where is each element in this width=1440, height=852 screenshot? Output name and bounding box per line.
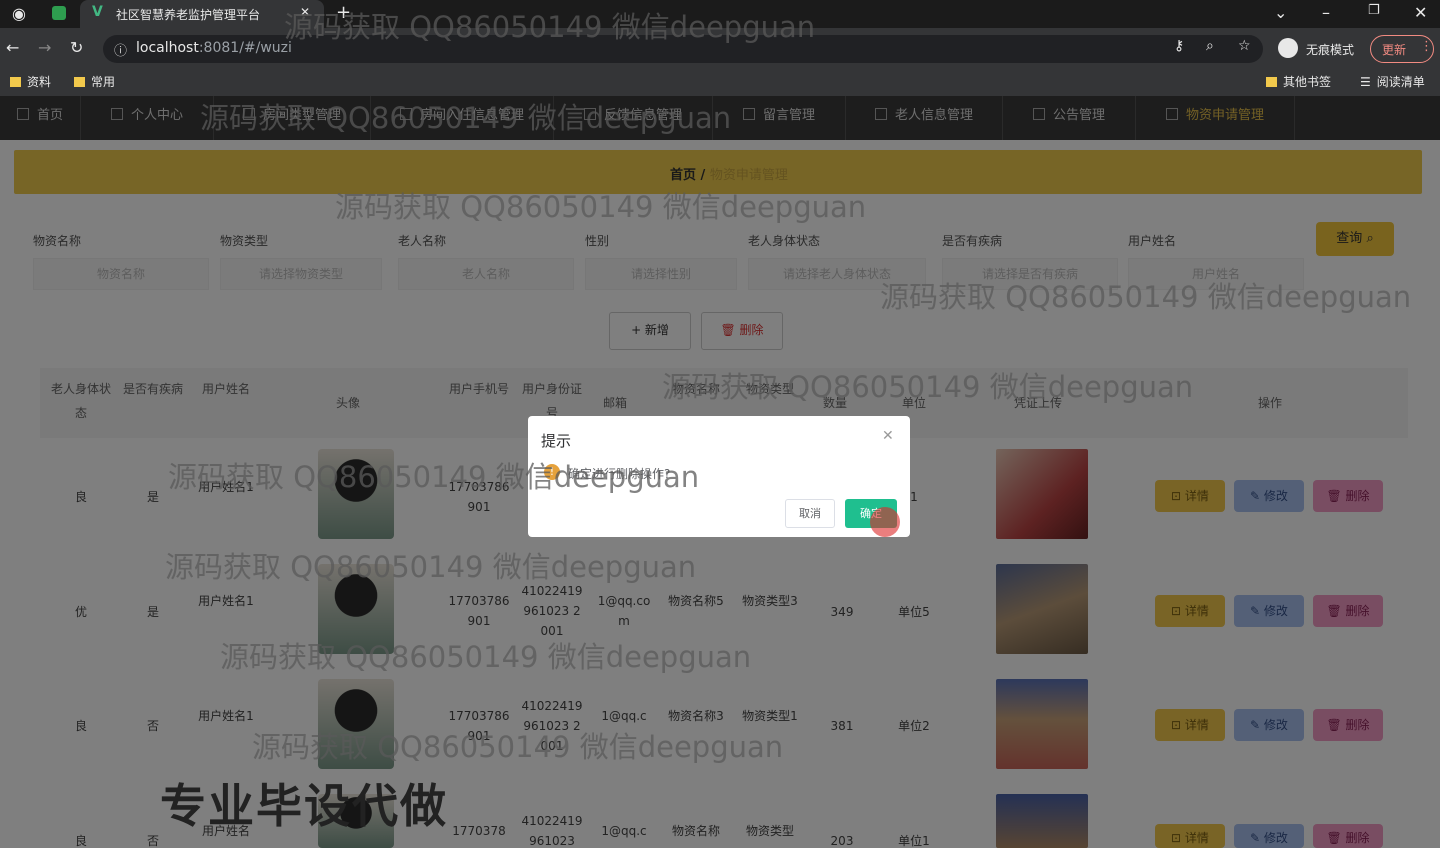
cancel-button[interactable]: 取消 bbox=[785, 499, 835, 528]
tab-title: 社区智慧养老监护管理平台 bbox=[116, 8, 261, 22]
folder-icon bbox=[74, 77, 85, 87]
click-cursor-indicator bbox=[870, 507, 900, 537]
info-icon[interactable]: ⓘ bbox=[114, 40, 127, 59]
url-text[interactable]: localhost:8081/#/wuzi bbox=[136, 40, 292, 56]
incognito-icon[interactable] bbox=[1278, 38, 1298, 58]
reload-icon[interactable]: ↻ bbox=[70, 38, 83, 57]
incognito-label[interactable]: 无痕模式 bbox=[1306, 41, 1354, 58]
close-icon[interactable]: ✕ bbox=[882, 428, 894, 444]
browser-menu-icon[interactable]: ◉ bbox=[12, 4, 26, 23]
dialog-message: 确定进行删除操作? bbox=[568, 467, 671, 481]
reading-list-icon: ☰ bbox=[1360, 75, 1371, 89]
other-bookmarks[interactable]: 其他书签 bbox=[1266, 73, 1331, 90]
new-tab-icon[interactable]: + bbox=[336, 2, 351, 23]
folder-icon bbox=[1266, 77, 1277, 87]
promo-watermark: 专业毕设代做 bbox=[160, 779, 448, 833]
folder-icon bbox=[10, 77, 21, 87]
forward-icon[interactable]: → bbox=[38, 38, 51, 57]
key-icon[interactable]: ⚷ bbox=[1174, 38, 1184, 54]
bookmark-folder[interactable]: 常用 bbox=[74, 73, 115, 90]
window-close-icon[interactable]: ✕ bbox=[1414, 3, 1427, 22]
dialog-title: 提示 bbox=[541, 432, 572, 450]
sheet-tab-icon[interactable] bbox=[52, 6, 66, 20]
star-icon[interactable]: ☆ bbox=[1238, 38, 1251, 54]
bookmarks-bar bbox=[0, 68, 1440, 96]
bookmark-folder[interactable]: 资料 bbox=[10, 73, 51, 90]
more-icon[interactable]: ⋮ bbox=[1420, 39, 1433, 54]
vue-favicon-icon: V bbox=[92, 4, 103, 20]
update-label[interactable]: 更新 bbox=[1382, 41, 1406, 58]
reading-list[interactable]: ☰ 阅读清单 bbox=[1360, 73, 1425, 90]
zoom-icon[interactable]: ⌕ bbox=[1206, 38, 1214, 54]
back-icon[interactable]: ← bbox=[6, 38, 19, 57]
tab-search-icon[interactable]: ⌄ bbox=[1274, 3, 1287, 22]
minimize-icon[interactable]: – bbox=[1322, 3, 1330, 22]
restore-icon[interactable]: ❐ bbox=[1368, 3, 1380, 18]
tab-close-icon[interactable]: ✕ bbox=[300, 5, 310, 19]
warning-icon: ! bbox=[544, 464, 560, 480]
